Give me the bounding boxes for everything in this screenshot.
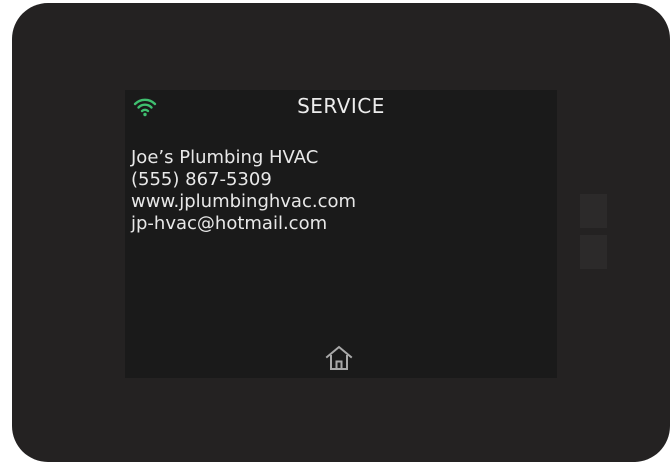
home-icon <box>324 345 354 377</box>
company-name: Joe’s Plumbing HVAC <box>131 147 319 168</box>
thermostat-device: SERVICE Joe’s Plumbing HVAC (555) 867-53… <box>12 3 670 462</box>
phone-number: (555) 867-5309 <box>131 169 272 190</box>
email-address: jp-hvac@hotmail.com <box>131 213 328 234</box>
website-url: www.jplumbinghvac.com <box>131 191 357 212</box>
side-button-down[interactable] <box>580 235 607 269</box>
display-screen: SERVICE Joe’s Plumbing HVAC (555) 867-53… <box>125 90 557 378</box>
home-button[interactable] <box>324 343 354 373</box>
page-title: SERVICE <box>297 94 385 118</box>
side-button-up[interactable] <box>580 194 607 228</box>
service-contact-info: Joe’s Plumbing HVAC (555) 867-5309 www.j… <box>131 147 356 235</box>
